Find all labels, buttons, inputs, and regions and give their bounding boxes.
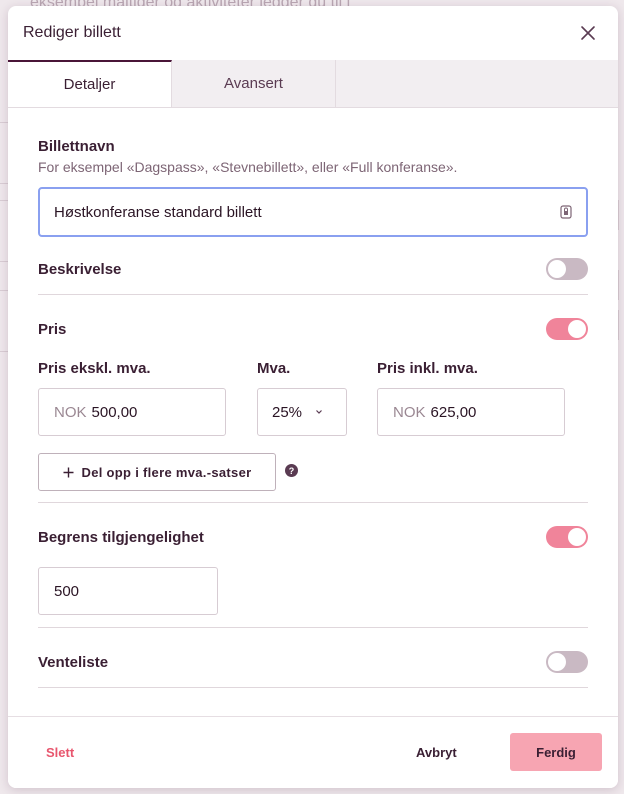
availability-input[interactable]: 500 bbox=[38, 567, 218, 615]
currency-label: NOK bbox=[393, 403, 426, 421]
cancel-button[interactable]: Avbryt bbox=[416, 745, 457, 760]
divider bbox=[38, 502, 588, 503]
background-edge bbox=[618, 270, 624, 300]
split-vat-button[interactable]: Del opp i flere mva.-satser bbox=[38, 453, 276, 491]
edit-ticket-modal: Rediger billett Detaljer Avansert Billet… bbox=[8, 6, 618, 788]
description-row: Beskrivelse bbox=[38, 258, 588, 280]
price-excl-label: Pris ekskl. mva. bbox=[38, 360, 151, 377]
tab-label: Detaljer bbox=[63, 76, 116, 93]
split-vat-label: Del opp i flere mva.-satser bbox=[81, 464, 252, 480]
price-toggle[interactable] bbox=[546, 318, 588, 340]
close-button[interactable] bbox=[576, 21, 600, 45]
modal-footer: Slett Avbryt Ferdig bbox=[8, 716, 618, 788]
chevron-down-icon bbox=[316, 410, 322, 414]
price-label: Pris bbox=[38, 320, 67, 338]
waitlist-label: Venteliste bbox=[38, 653, 109, 671]
currency-label: NOK bbox=[54, 403, 87, 421]
price-incl-value: 625,00 bbox=[430, 403, 477, 421]
divider bbox=[38, 627, 588, 628]
ticket-name-input[interactable]: Høstkonferanse standard billett bbox=[38, 187, 588, 237]
background-edge bbox=[618, 200, 624, 230]
availability-value: 500 bbox=[54, 582, 80, 600]
modal-header: Rediger billett bbox=[8, 6, 618, 60]
availability-toggle[interactable] bbox=[546, 526, 588, 548]
description-label: Beskrivelse bbox=[38, 260, 122, 278]
done-label: Ferdig bbox=[536, 744, 576, 760]
price-excl-input[interactable]: NOK 500,00 bbox=[38, 388, 226, 436]
price-incl-input[interactable]: NOK 625,00 bbox=[377, 388, 565, 436]
description-toggle[interactable] bbox=[546, 258, 588, 280]
keyboard-icon[interactable] bbox=[560, 205, 572, 219]
divider bbox=[38, 294, 588, 295]
availability-row: Begrens tilgjengelighet bbox=[38, 526, 588, 548]
price-incl-label: Pris inkl. mva. bbox=[377, 360, 478, 377]
ticket-name-value: Høstkonferanse standard billett bbox=[54, 203, 262, 221]
ticket-name-hint: For eksempel «Dagspass», «Stevnebillett»… bbox=[38, 159, 458, 175]
close-icon bbox=[581, 26, 595, 40]
divider bbox=[38, 687, 588, 688]
background-edge bbox=[618, 310, 624, 340]
done-button[interactable]: Ferdig bbox=[510, 733, 602, 771]
tab-advanced[interactable]: Avansert bbox=[172, 60, 336, 107]
modal-content: Billettnavn For eksempel «Dagspass», «St… bbox=[8, 108, 618, 716]
price-excl-value: 500,00 bbox=[91, 403, 138, 421]
tab-label: Avansert bbox=[224, 75, 283, 92]
modal-title: Rediger billett bbox=[23, 24, 121, 41]
tab-bar: Detaljer Avansert bbox=[8, 60, 618, 108]
waitlist-row: Venteliste bbox=[38, 651, 588, 673]
delete-button[interactable]: Slett bbox=[46, 745, 74, 760]
help-icon[interactable]: ? bbox=[285, 464, 298, 477]
vat-label: Mva. bbox=[257, 360, 291, 377]
plus-icon bbox=[63, 467, 74, 477]
ticket-name-label: Billettnavn bbox=[38, 138, 115, 155]
price-row: Pris bbox=[38, 318, 588, 340]
waitlist-toggle[interactable] bbox=[546, 651, 588, 673]
vat-select[interactable]: 25% bbox=[257, 388, 347, 436]
tab-details[interactable]: Detaljer bbox=[8, 60, 172, 107]
vat-value: 25% bbox=[272, 403, 303, 421]
availability-label: Begrens tilgjengelighet bbox=[38, 528, 204, 546]
